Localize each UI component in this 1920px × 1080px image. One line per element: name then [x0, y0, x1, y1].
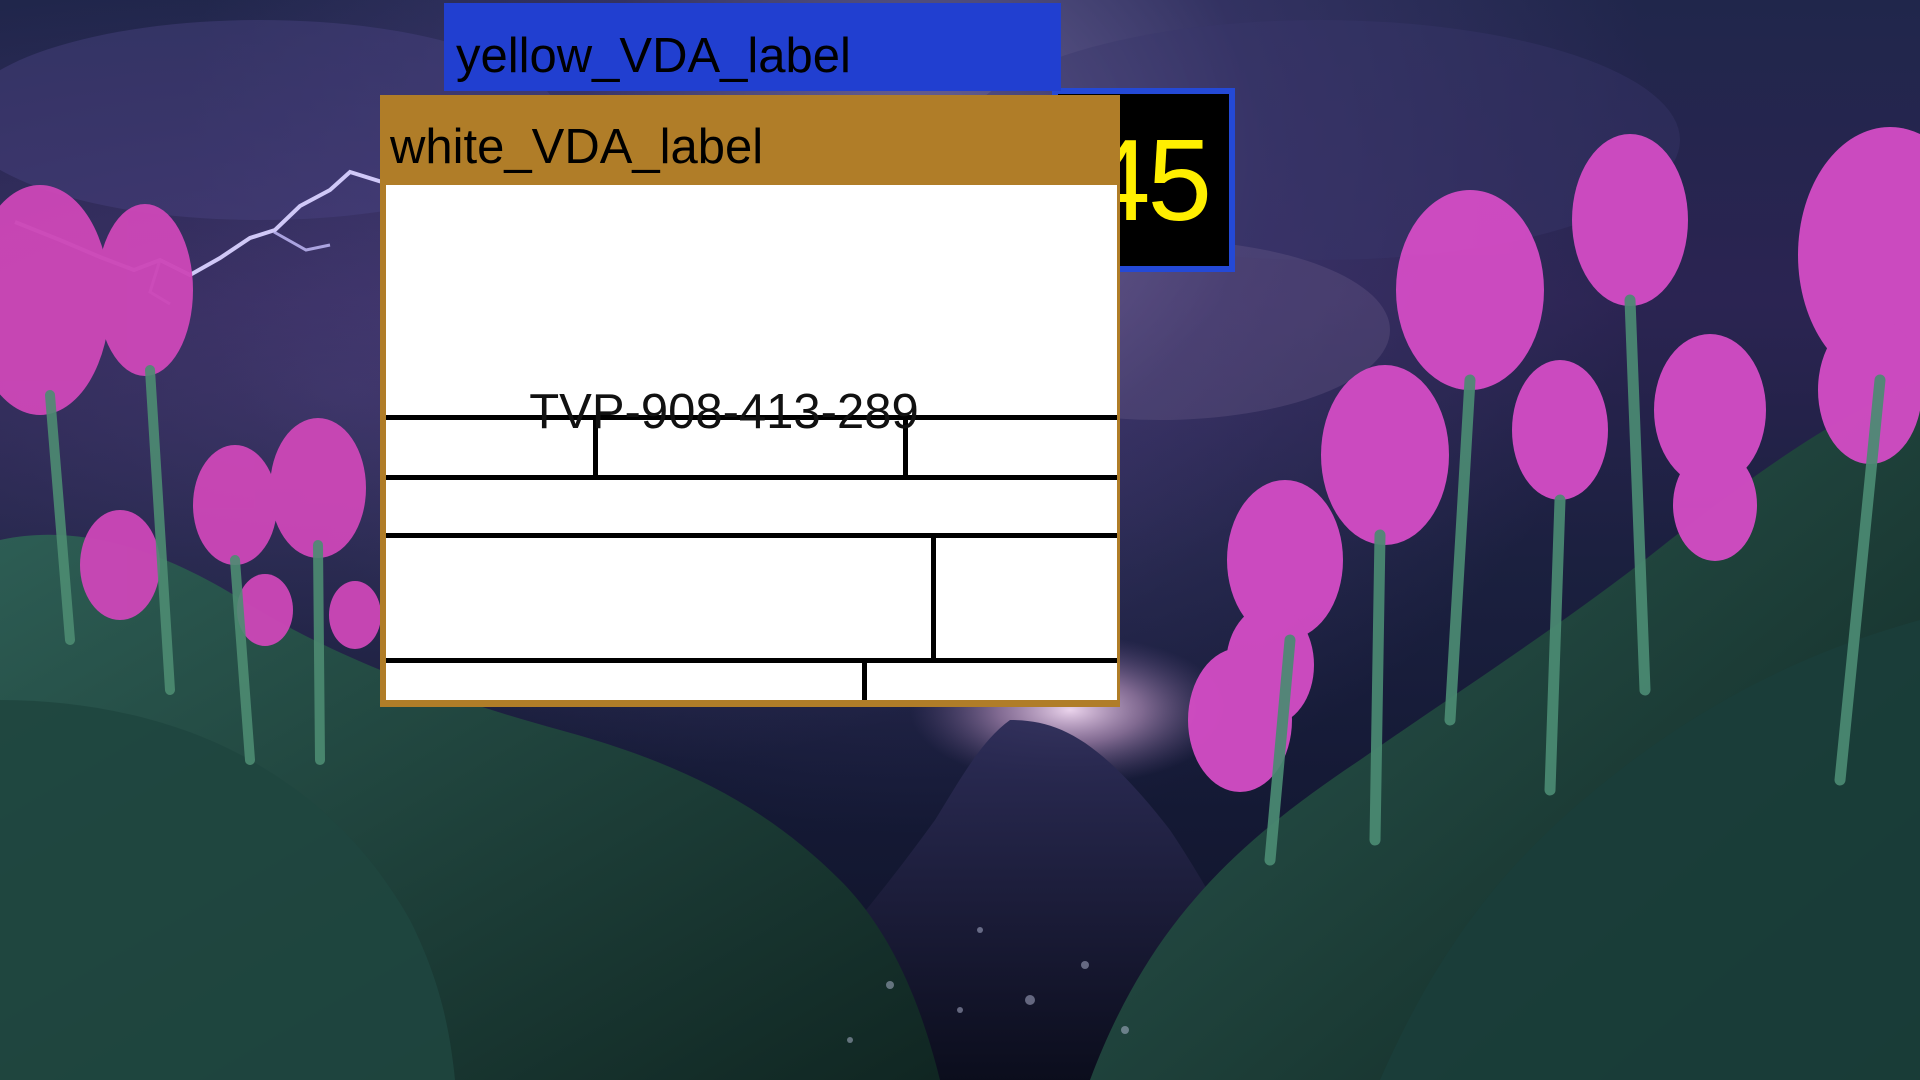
form-divider — [386, 658, 1117, 663]
yellow-vda-label-panel: yellow_VDA_label — [444, 3, 1061, 91]
white-vda-form: TVP-908-413-289 — [386, 185, 1117, 700]
form-divider — [931, 535, 936, 659]
tulip-flower — [1673, 449, 1757, 561]
lightning-bolt — [273, 230, 331, 252]
tulip-flower — [329, 581, 381, 649]
tulip-flower — [1226, 605, 1314, 725]
tulip-flower — [1572, 134, 1688, 306]
yellow-vda-label-text: yellow_VDA_label — [456, 29, 851, 83]
tulip-field-scene: yellow_VDA_label 45 white_VDA_label TVP-… — [0, 0, 1920, 1080]
white-vda-label-text: white_VDA_label — [390, 120, 764, 174]
form-divider — [386, 475, 1117, 480]
tulip-flower — [1512, 360, 1608, 500]
tracking-code: TVP-908-413-289 — [529, 385, 919, 439]
tulip-flower — [193, 445, 277, 565]
form-divider — [862, 662, 867, 700]
white-vda-label-panel: white_VDA_label TVP-908-413-289 — [380, 95, 1120, 707]
tulip-flower — [80, 510, 160, 620]
tulip-flower — [97, 204, 193, 376]
tulip-flower — [270, 418, 366, 558]
tulip-flower — [1396, 190, 1544, 390]
tulip-flower — [1321, 365, 1449, 545]
form-divider — [386, 533, 1117, 538]
tulip-flower — [0, 185, 110, 415]
